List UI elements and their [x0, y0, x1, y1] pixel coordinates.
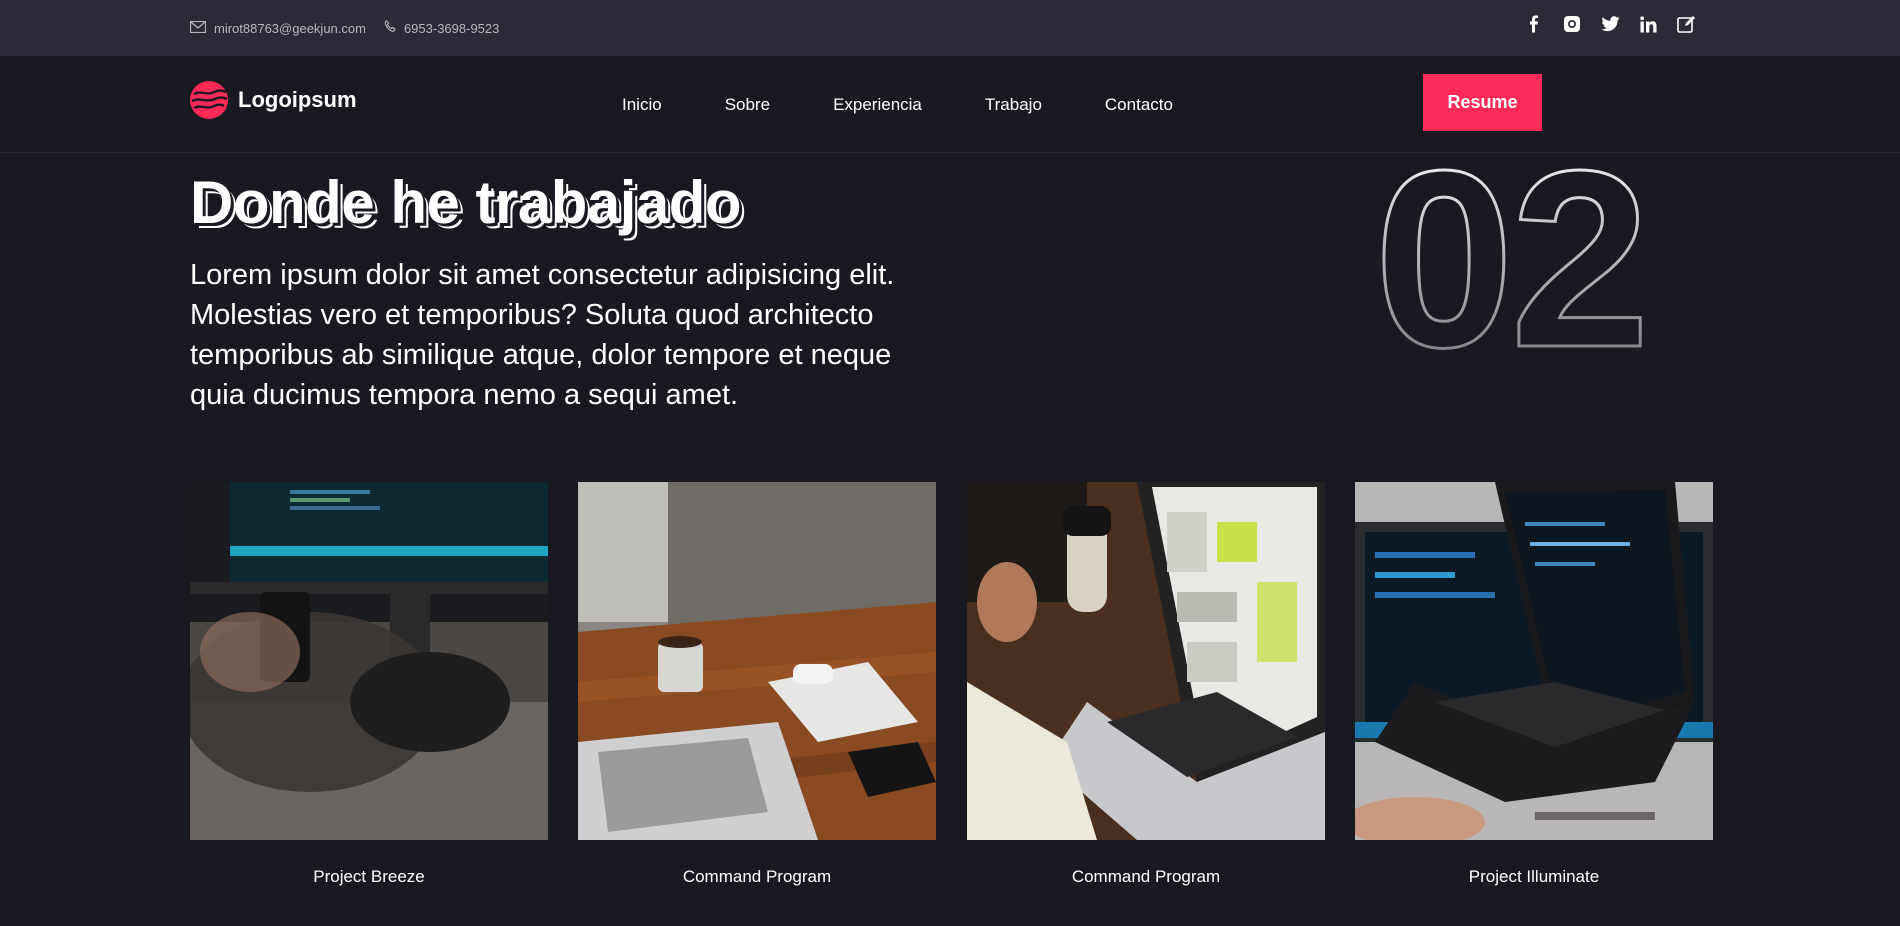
project-card[interactable]: Command Program [967, 482, 1325, 887]
project-card[interactable]: Project Illuminate [1355, 482, 1713, 887]
nav-item-trabajo[interactable]: Trabajo [985, 95, 1042, 115]
nav-item-sobre[interactable]: Sobre [725, 95, 770, 115]
resume-button[interactable]: Resume [1423, 74, 1542, 131]
top-bar: mirot88763@geekjun.com 6953-3698-9523 [0, 0, 1900, 56]
section-description: Lorem ipsum dolor sit amet consectetur a… [190, 259, 895, 411]
instagram-icon[interactable] [1562, 14, 1582, 34]
project-card[interactable]: Project Breeze [190, 482, 548, 887]
project-image-laptop-wireframe[interactable] [967, 482, 1325, 840]
social-links [1524, 14, 1696, 34]
project-image-desk-coffee[interactable] [578, 482, 936, 840]
main-navbar: Logoipsum Inicio Sobre Experiencia Traba… [0, 56, 1900, 153]
linkedin-icon[interactable] [1638, 14, 1658, 34]
project-caption: Command Program [1071, 867, 1221, 886]
envelope-icon [189, 20, 207, 36]
nav-menu: Inicio Sobre Experiencia Trabajo Contact… [622, 56, 1236, 153]
brand-name: Logoipsum [238, 87, 357, 112]
logo-icon [190, 81, 228, 119]
nav-item-experiencia[interactable]: Experiencia [833, 95, 922, 115]
email-item[interactable]: mirot88763@geekjun.com [189, 20, 366, 36]
edit-icon[interactable] [1676, 14, 1696, 34]
section-number-text: 02 [1380, 144, 1646, 354]
project-caption: Project Breeze [313, 867, 425, 886]
section-title: Donde he trabajado [190, 169, 742, 236]
project-card[interactable]: Command Program [578, 482, 936, 887]
email-text: mirot88763@geekjun.com [214, 20, 366, 36]
project-caption: Project Illuminate [1468, 867, 1600, 886]
twitter-icon[interactable] [1600, 14, 1620, 34]
phone-item[interactable]: 6953-3698-9523 [384, 20, 499, 36]
nav-item-contacto[interactable]: Contacto [1105, 95, 1173, 115]
brand-logo[interactable]: Logoipsum [190, 81, 357, 119]
project-image-laptop-code[interactable] [1355, 482, 1713, 840]
phone-icon [384, 20, 396, 36]
facebook-icon[interactable] [1524, 14, 1544, 34]
phone-text: 6953-3698-9523 [403, 20, 500, 36]
contact-info: mirot88763@geekjun.com 6953-3698-9523 [189, 0, 499, 56]
section-number: 02 [1380, 144, 1740, 354]
project-caption: Command Program [682, 867, 832, 886]
project-image-desk-monitor[interactable] [190, 482, 548, 840]
nav-item-inicio[interactable]: Inicio [622, 95, 662, 115]
